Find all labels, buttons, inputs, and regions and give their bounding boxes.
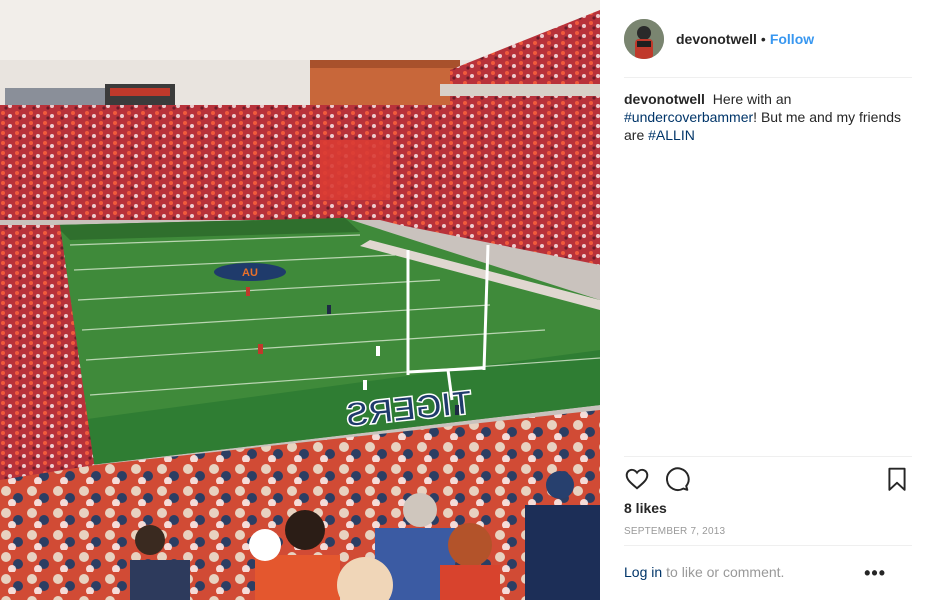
likes-count[interactable]: 8 likes — [624, 500, 667, 516]
header-divider — [624, 77, 912, 78]
comment-icon[interactable] — [664, 466, 692, 494]
login-link[interactable]: Log in — [624, 564, 662, 580]
separator-dot: • — [760, 31, 766, 47]
bookmark-icon[interactable] — [884, 466, 912, 494]
heart-icon[interactable] — [624, 466, 652, 494]
caption-text-before: Here with an — [712, 91, 792, 107]
more-options-icon[interactable]: ••• — [864, 564, 886, 582]
actions-divider — [624, 456, 912, 457]
post-photo[interactable]: AU TIGERS — [0, 0, 600, 600]
comment-divider — [624, 545, 912, 546]
follow-button[interactable]: Follow — [770, 31, 814, 47]
post-date: September 7, 2013 — [624, 526, 726, 537]
hashtag-undercoverbammer[interactable]: #undercoverbammer — [624, 109, 753, 125]
avatar-image — [624, 19, 664, 59]
stadium-photo: AU TIGERS — [0, 0, 600, 600]
action-bar — [624, 466, 912, 494]
post-caption: devonotwell Here with an #undercoverbamm… — [624, 90, 912, 144]
post-header: devonotwell • Follow — [624, 18, 912, 60]
login-prompt: Log in to like or comment. ••• — [624, 564, 912, 582]
hashtag-allin[interactable]: #ALLIN — [648, 127, 695, 143]
username-link[interactable]: devonotwell — [676, 31, 757, 47]
post-details-panel: devonotwell • Follow devonotwell Here wi… — [600, 0, 936, 600]
caption-username[interactable]: devonotwell — [624, 91, 705, 107]
field-logo: AU — [242, 267, 258, 279]
user-row: devonotwell • Follow — [676, 31, 814, 47]
login-prompt-text: to like or comment. — [666, 564, 785, 580]
avatar[interactable] — [624, 19, 664, 59]
